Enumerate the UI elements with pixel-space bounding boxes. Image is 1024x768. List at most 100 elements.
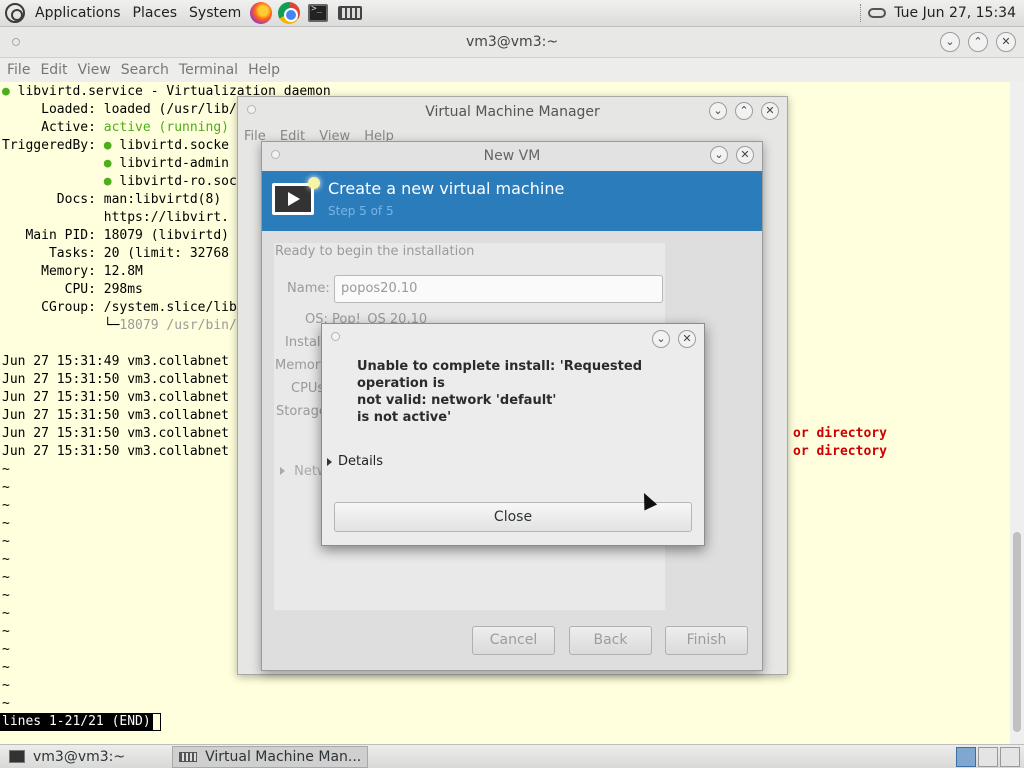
virt-manager-icon — [179, 751, 198, 762]
pager-empty-line: ~ — [2, 678, 10, 693]
terminal-text: https://libvirt. — [2, 210, 229, 225]
taskbar: vm3@vm3:~ Virtual Machine Man... — [0, 744, 1024, 768]
close-button[interactable]: ✕ — [736, 146, 754, 164]
virt-manager-icon[interactable] — [338, 6, 363, 20]
terminal-icon[interactable] — [308, 4, 329, 22]
terminal-text: Jun 27 15:31:50 vm3.collabnet — [2, 408, 229, 423]
terminal-text: └─ — [2, 318, 120, 333]
close-button[interactable]: ✕ — [678, 330, 696, 348]
terminal-line: Jun 27 15:31:50 vm3.collabnet or director… — [2, 443, 887, 461]
window-menu-icon[interactable] — [271, 150, 280, 159]
finish-button[interactable]: Finish — [665, 626, 748, 655]
taskbar-item-terminal[interactable]: vm3@vm3:~ — [2, 746, 132, 768]
taskbar-item-virt-manager[interactable]: Virtual Machine Man... — [172, 745, 369, 768]
pager-empty-line: ~ — [2, 642, 10, 657]
terminal-line: https://libvirt. — [2, 209, 229, 227]
terminal-line: TriggeredBy: ● libvirtd.socke — [2, 137, 229, 155]
menu-edit[interactable]: Edit — [35, 62, 72, 78]
wizard-step: Step 5 of 5 — [328, 204, 394, 218]
maximize-button[interactable]: ⌃ — [735, 102, 753, 120]
distro-logo-icon[interactable] — [5, 3, 25, 23]
menu-applications[interactable]: Applications — [29, 0, 127, 27]
terminal-line: └─18079 /usr/bin/ — [2, 317, 237, 335]
menu-file[interactable]: File — [2, 62, 35, 78]
minimize-button[interactable]: ⌄ — [652, 330, 670, 348]
menu-help[interactable]: Help — [243, 62, 285, 78]
minimize-button[interactable]: ⌄ — [709, 102, 727, 120]
workspace-2[interactable] — [978, 746, 998, 767]
cpus-label: CPUs — [291, 381, 325, 396]
pager-empty-line: ~ — [2, 480, 10, 495]
wizard-header: Create a new virtual machine Step 5 of 5 — [262, 171, 762, 231]
clock[interactable]: Tue Jun 27, 15:34 — [894, 5, 1024, 21]
taskbar-item-label: vm3@vm3:~ — [33, 748, 126, 765]
menu-system[interactable]: System — [183, 0, 247, 27]
terminal-text: Docs: man:libvirtd(8) — [2, 192, 222, 207]
cancel-button[interactable]: Cancel — [472, 626, 555, 655]
terminal-text: Jun 27 15:31:50 vm3.collabnet — [2, 444, 229, 459]
pager-empty-line: ~ — [2, 696, 10, 711]
error-message: Unable to complete install: 'Requested o… — [357, 358, 677, 426]
terminal-text: ● — [103, 138, 112, 153]
terminal-line: Tasks: 20 (limit: 32768 — [2, 245, 229, 263]
terminal-scrollbar[interactable] — [1010, 82, 1024, 744]
menu-view[interactable]: View — [73, 62, 116, 78]
new-vm-icon — [272, 177, 320, 215]
terminal-text: Tasks: 20 (limit: 32768 — [2, 246, 229, 261]
terminal-line: ● libvirtd-admin — [2, 155, 229, 173]
close-button[interactable]: ✕ — [761, 102, 779, 120]
vm-name-input[interactable]: popos20.10 — [334, 275, 663, 303]
terminal-text: active (running) — [103, 120, 229, 135]
back-button[interactable]: Back — [569, 626, 652, 655]
minimize-button[interactable]: ⌄ — [710, 146, 728, 164]
workspace-switcher — [956, 746, 1020, 767]
pager-empty-line: ~ — [2, 462, 10, 477]
firefox-icon[interactable] — [250, 2, 273, 24]
terminal-text: Jun 27 15:31:50 vm3.collabnet — [2, 390, 229, 405]
window-menu-icon[interactable] — [12, 38, 20, 46]
terminal-line: Active: active (running) — [2, 119, 229, 137]
terminal-text: Main PID: 18079 (libvirtd) — [2, 228, 229, 243]
pager-status: lines 1-21/21 (END) — [0, 713, 153, 731]
pager-empty-line: ~ — [2, 624, 10, 639]
details-expander[interactable]: Details — [327, 454, 383, 469]
menu-places[interactable]: Places — [127, 0, 184, 27]
window-menu-icon[interactable] — [331, 332, 340, 341]
chrome-icon[interactable] — [278, 2, 301, 24]
new-vm-titlebar[interactable]: New VM ⌄ ✕ — [262, 142, 762, 171]
network-icon[interactable] — [868, 8, 887, 18]
terminal-text: CGroup: /system.slice/lib — [2, 300, 237, 315]
terminal-text: libvirtd-ro.soc — [111, 174, 237, 189]
pager-empty-line: ~ — [2, 498, 10, 513]
maximize-button[interactable]: ⌃ — [968, 32, 988, 52]
taskbar-item-label: Virtual Machine Man... — [205, 748, 362, 765]
menu-terminal[interactable]: Terminal — [174, 62, 243, 78]
vmm-titlebar[interactable]: Virtual Machine Manager ⌄ ⌃ ✕ — [238, 97, 787, 127]
workspace-1[interactable] — [956, 746, 976, 767]
terminal-line: Loaded: loaded (/usr/lib/ — [2, 101, 237, 119]
scrollbar-thumb[interactable] — [1013, 532, 1021, 732]
close-dialog-button[interactable]: Close — [334, 502, 692, 532]
vmm-title: Virtual Machine Manager — [425, 104, 600, 120]
terminal-text: Jun 27 15:31:50 vm3.collabnet — [2, 426, 229, 441]
terminal-text: Active: — [2, 120, 104, 135]
error-message-line: not valid: network 'default' — [357, 393, 557, 408]
menu-search[interactable]: Search — [116, 62, 174, 78]
terminal-icon — [9, 750, 25, 763]
pager-empty-line: ~ — [2, 570, 10, 585]
minimize-button[interactable]: ⌄ — [940, 32, 960, 52]
memory-label: Memory — [275, 358, 328, 373]
close-button[interactable]: ✕ — [996, 32, 1016, 52]
terminal-line: CGroup: /system.slice/lib — [2, 299, 237, 317]
pager-empty-line: ~ — [2, 606, 10, 621]
terminal-line: Jun 27 15:31:50 vm3.collabnet — [2, 407, 229, 425]
terminal-title: vm3@vm3:~ — [465, 34, 559, 50]
install-label: Install — [285, 335, 325, 350]
terminal-line: Jun 27 15:31:50 vm3.collabnet — [2, 389, 229, 407]
window-menu-icon[interactable] — [247, 105, 256, 114]
panel-separator — [860, 4, 862, 22]
workspace-3[interactable] — [1000, 746, 1020, 767]
terminal-line: CPU: 298ms — [2, 281, 143, 299]
terminal-titlebar[interactable]: vm3@vm3:~ ⌄ ⌃ ✕ — [0, 27, 1024, 58]
